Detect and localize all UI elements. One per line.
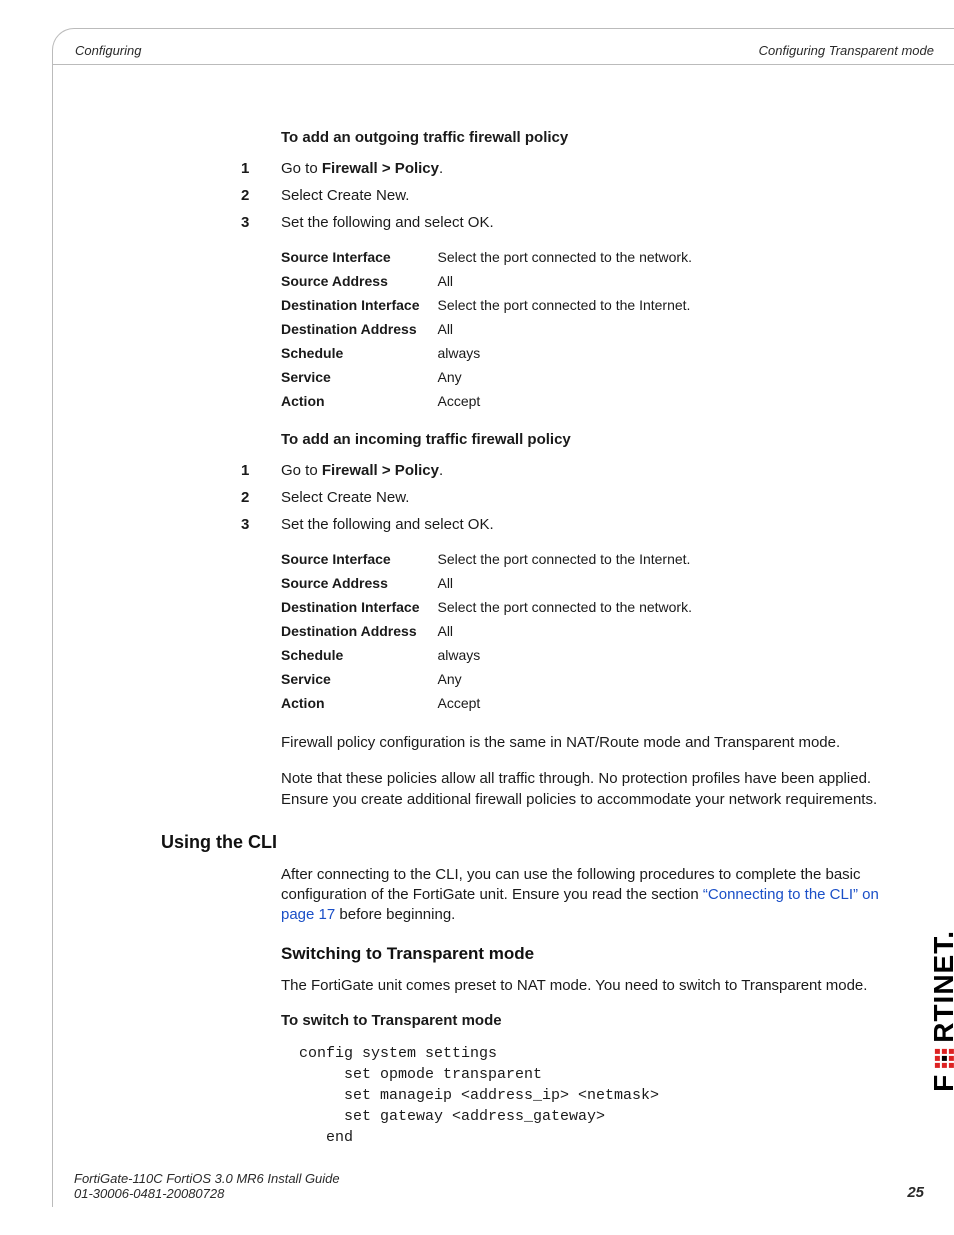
step-number: 1 <box>241 160 281 177</box>
cli-code-block: config system settings set opmode transp… <box>299 1043 882 1148</box>
setting-value: All <box>437 317 702 341</box>
setting-value: All <box>437 269 702 293</box>
step-number: 1 <box>241 462 281 479</box>
setting-value: Accept <box>437 389 702 413</box>
running-header: Configuring Configuring Transparent mode <box>53 29 954 65</box>
cli-paragraph: After connecting to the CLI, you can use… <box>281 865 882 926</box>
setting-value: Select the port connected to the network… <box>437 595 702 619</box>
setting-value: always <box>437 341 702 365</box>
setting-label: Destination Address <box>281 619 437 643</box>
setting-label: Service <box>281 667 437 691</box>
step-number: 2 <box>241 489 281 506</box>
setting-value: All <box>437 571 702 595</box>
header-left: Configuring <box>75 43 142 58</box>
step-item: 3 Set the following and select OK. <box>281 516 882 533</box>
setting-value: All <box>437 619 702 643</box>
logo-grid-icon <box>935 1049 954 1068</box>
outgoing-title: To add an outgoing traffic firewall poli… <box>281 129 882 146</box>
table-row: ActionAccept <box>281 691 702 715</box>
setting-label: Service <box>281 365 437 389</box>
table-row: Source InterfaceSelect the port connecte… <box>281 245 702 269</box>
table-row: ServiceAny <box>281 365 702 389</box>
table-row: ServiceAny <box>281 667 702 691</box>
header-right: Configuring Transparent mode <box>759 43 934 58</box>
setting-label: Destination Interface <box>281 595 437 619</box>
table-row: Destination InterfaceSelect the port con… <box>281 595 702 619</box>
outgoing-steps: 1 Go to Firewall > Policy. 2 Select Crea… <box>281 160 882 231</box>
setting-value: Accept <box>437 691 702 715</box>
step-text: Select Create New. <box>281 187 882 204</box>
incoming-title: To add an incoming traffic firewall poli… <box>281 431 882 448</box>
footer-text: FortiGate-110C FortiOS 3.0 MR6 Install G… <box>74 1171 340 1201</box>
table-row: Source AddressAll <box>281 269 702 293</box>
table-row: Destination AddressAll <box>281 317 702 341</box>
step-text: Go to Firewall > Policy. <box>281 462 882 479</box>
setting-label: Action <box>281 691 437 715</box>
setting-value: Select the port connected to the Interne… <box>437 547 702 571</box>
step-item: 2 Select Create New. <box>281 187 882 204</box>
step-number: 3 <box>241 214 281 231</box>
step-text: Go to Firewall > Policy. <box>281 160 882 177</box>
setting-label: Source Address <box>281 571 437 595</box>
setting-label: Source Interface <box>281 245 437 269</box>
step-item: 1 Go to Firewall > Policy. <box>281 462 882 479</box>
outgoing-settings-table: Source InterfaceSelect the port connecte… <box>281 245 702 413</box>
setting-label: Destination Interface <box>281 293 437 317</box>
page-footer: FortiGate-110C FortiOS 3.0 MR6 Install G… <box>74 1171 924 1201</box>
table-row: Destination AddressAll <box>281 619 702 643</box>
setting-label: Schedule <box>281 341 437 365</box>
step-item: 2 Select Create New. <box>281 489 882 506</box>
setting-value: Any <box>437 365 702 389</box>
step-text: Select Create New. <box>281 489 882 506</box>
fortinet-logo: F RTINET. <box>928 930 954 1092</box>
switching-mode-heading: Switching to Transparent mode <box>281 944 882 964</box>
switch-subheading: To switch to Transparent mode <box>281 1012 882 1029</box>
step-text: Set the following and select OK. <box>281 214 882 231</box>
body-paragraph: Firewall policy configuration is the sam… <box>281 733 882 753</box>
body-paragraph: Note that these policies allow all traff… <box>281 769 882 810</box>
table-row: Source AddressAll <box>281 571 702 595</box>
setting-label: Source Interface <box>281 547 437 571</box>
using-cli-heading: Using the CLI <box>161 832 882 853</box>
table-row: ActionAccept <box>281 389 702 413</box>
setting-label: Action <box>281 389 437 413</box>
setting-value: Select the port connected to the Interne… <box>437 293 702 317</box>
setting-label: Source Address <box>281 269 437 293</box>
incoming-settings-table: Source InterfaceSelect the port connecte… <box>281 547 702 715</box>
page-number: 25 <box>907 1184 924 1201</box>
table-row: Destination InterfaceSelect the port con… <box>281 293 702 317</box>
page-content: To add an outgoing traffic firewall poli… <box>53 65 954 1148</box>
step-item: 3 Set the following and select OK. <box>281 214 882 231</box>
step-number: 3 <box>241 516 281 533</box>
step-number: 2 <box>241 187 281 204</box>
table-row: Schedulealways <box>281 341 702 365</box>
setting-label: Schedule <box>281 643 437 667</box>
step-item: 1 Go to Firewall > Policy. <box>281 160 882 177</box>
table-row: Schedulealways <box>281 643 702 667</box>
setting-label: Destination Address <box>281 317 437 341</box>
incoming-steps: 1 Go to Firewall > Policy. 2 Select Crea… <box>281 462 882 533</box>
page-frame: Configuring Configuring Transparent mode… <box>52 28 954 1207</box>
setting-value: Any <box>437 667 702 691</box>
step-text: Set the following and select OK. <box>281 516 882 533</box>
setting-value: Select the port connected to the network… <box>437 245 702 269</box>
table-row: Source InterfaceSelect the port connecte… <box>281 547 702 571</box>
switch-paragraph: The FortiGate unit comes preset to NAT m… <box>281 976 882 996</box>
setting-value: always <box>437 643 702 667</box>
